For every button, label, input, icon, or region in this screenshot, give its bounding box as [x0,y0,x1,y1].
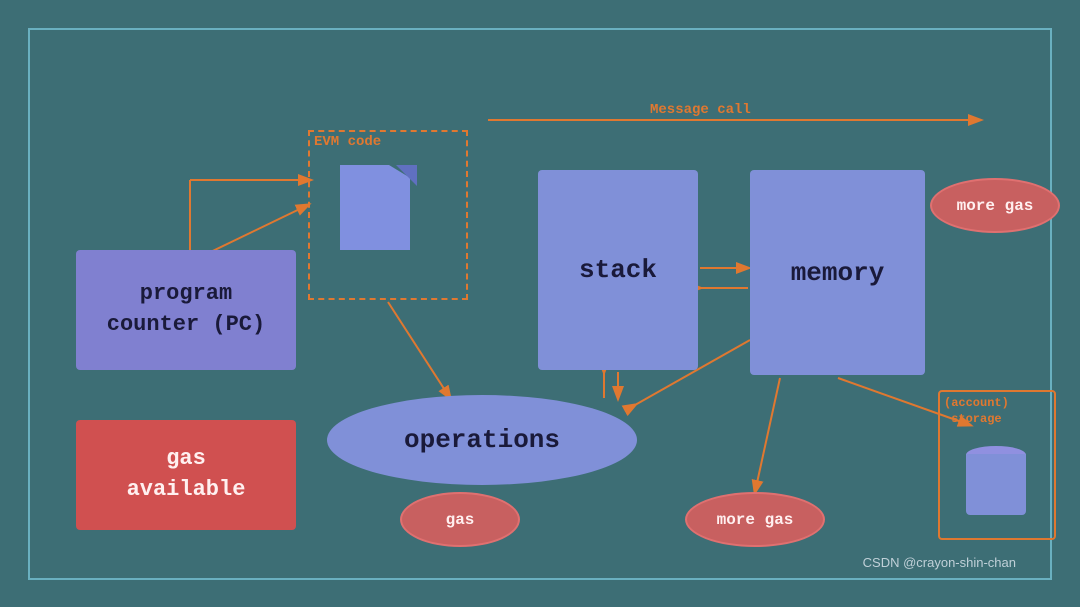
program-counter-label: programcounter (PC) [107,279,265,341]
stack-box: stack [538,170,698,370]
gas-ellipse-left: gas [400,492,520,547]
operations-ellipse: operations [327,395,637,485]
cylinder-body [966,460,1026,515]
gas-left-label: gas [446,511,475,529]
more-gas-top-ellipse: more gas [930,178,1060,233]
memory-label: memory [791,258,885,288]
more-gas-top-label: more gas [957,197,1034,215]
evm-document-icon [340,165,420,260]
gas-available-label: gasavailable [127,444,246,506]
memory-box: memory [750,170,925,375]
operations-label: operations [404,425,560,455]
evm-code-label: EVM code [314,134,381,150]
program-counter-box: programcounter (PC) [76,250,296,370]
watermark: CSDN @crayon-shin-chan [863,555,1016,570]
cylinder-top-shadow [966,454,1026,464]
gas-available-box: gasavailable [76,420,296,530]
doc-body [340,165,410,250]
message-call-label: Message call [650,102,751,118]
main-diagram: Message call programcounter (PC) gasavai… [28,28,1052,580]
gas-middle-label: more gas [717,511,794,529]
stack-label: stack [579,255,657,285]
cylinder-icon [958,440,1033,515]
gas-ellipse-middle: more gas [685,492,825,547]
account-storage-label: (account)storage [944,396,1009,427]
